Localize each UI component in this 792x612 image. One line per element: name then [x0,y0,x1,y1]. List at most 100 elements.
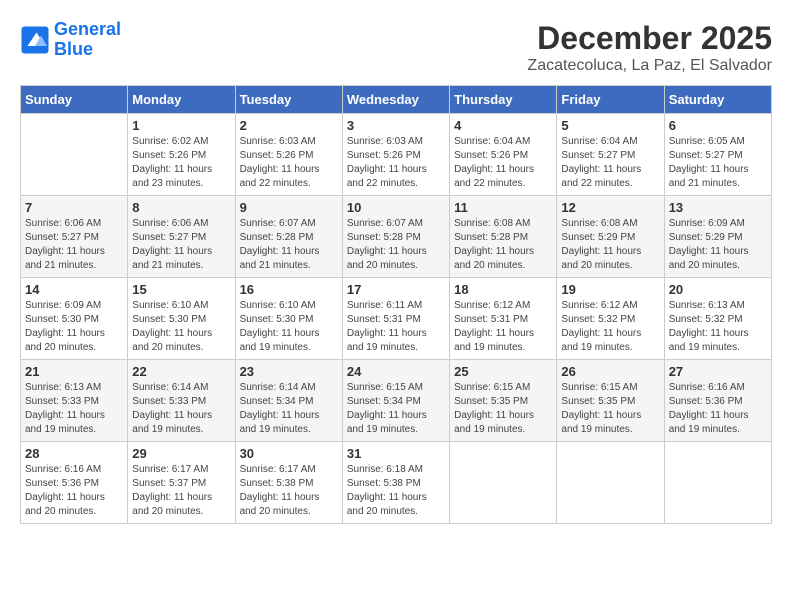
logo-general: General [54,19,121,39]
calendar-cell: 23 Sunrise: 6:14 AMSunset: 5:34 PMDayligh… [235,360,342,442]
calendar-cell: 19 Sunrise: 6:12 AMSunset: 5:32 PMDayligh… [557,278,664,360]
calendar-cell: 20 Sunrise: 6:13 AMSunset: 5:32 PMDayligh… [664,278,771,360]
day-number: 16 [240,282,338,297]
calendar-cell: 10 Sunrise: 6:07 AMSunset: 5:28 PMDayligh… [342,196,449,278]
calendar-cell: 28 Sunrise: 6:16 AMSunset: 5:36 PMDayligh… [21,442,128,524]
calendar-cell: 6 Sunrise: 6:05 AMSunset: 5:27 PMDaylight… [664,114,771,196]
day-info: Sunrise: 6:18 AMSunset: 5:38 PMDaylight:… [347,463,445,519]
logo-icon [20,25,50,55]
calendar-cell: 27 Sunrise: 6:16 AMSunset: 5:36 PMDayligh… [664,360,771,442]
day-info: Sunrise: 6:12 AMSunset: 5:31 PMDaylight:… [454,299,552,355]
calendar-cell: 9 Sunrise: 6:07 AMSunset: 5:28 PMDaylight… [235,196,342,278]
day-number: 8 [132,200,230,215]
day-number: 31 [347,446,445,461]
calendar-cell: 16 Sunrise: 6:10 AMSunset: 5:30 PMDayligh… [235,278,342,360]
day-info: Sunrise: 6:17 AMSunset: 5:38 PMDaylight:… [240,463,338,519]
logo-text: General Blue [54,20,121,60]
weekday-header: Saturday [664,86,771,114]
calendar-cell: 18 Sunrise: 6:12 AMSunset: 5:31 PMDayligh… [450,278,557,360]
weekday-header: Wednesday [342,86,449,114]
calendar-cell: 17Sunrise: 6:11 AMSunset: 5:31 PMDayligh… [342,278,449,360]
calendar-table: SundayMondayTuesdayWednesdayThursdayFrid… [20,85,772,524]
calendar-cell: 4 Sunrise: 6:04 AMSunset: 5:26 PMDaylight… [450,114,557,196]
calendar-cell: 2Sunrise: 6:03 AMSunset: 5:26 PMDaylight… [235,114,342,196]
calendar-header-row: SundayMondayTuesdayWednesdayThursdayFrid… [21,86,772,114]
day-number: 14 [25,282,123,297]
day-info: Sunrise: 6:06 AMSunset: 5:27 PMDaylight:… [132,217,230,273]
day-number: 15 [132,282,230,297]
calendar-week-row: 7 Sunrise: 6:06 AMSunset: 5:27 PMDaylight… [21,196,772,278]
day-info: Sunrise: 6:17 AMSunset: 5:37 PMDaylight:… [132,463,230,519]
day-number: 1 [132,118,230,133]
day-number: 20 [669,282,767,297]
title-area: December 2025 Zacatecoluca, La Paz, El S… [527,20,772,75]
day-info: Sunrise: 6:04 AMSunset: 5:26 PMDaylight:… [454,135,552,191]
day-info: Sunrise: 6:10 AMSunset: 5:30 PMDaylight:… [240,299,338,355]
day-number: 21 [25,364,123,379]
day-number: 23 [240,364,338,379]
day-number: 27 [669,364,767,379]
day-info: Sunrise: 6:08 AMSunset: 5:29 PMDaylight:… [561,217,659,273]
day-info: Sunrise: 6:11 AMSunset: 5:31 PMDaylight:… [347,299,445,355]
day-number: 26 [561,364,659,379]
day-info: Sunrise: 6:07 AMSunset: 5:28 PMDaylight:… [347,217,445,273]
calendar-cell: 21Sunrise: 6:13 AMSunset: 5:33 PMDayligh… [21,360,128,442]
weekday-header: Monday [128,86,235,114]
calendar-cell: 11Sunrise: 6:08 AMSunset: 5:28 PMDayligh… [450,196,557,278]
day-info: Sunrise: 6:15 AMSunset: 5:35 PMDaylight:… [561,381,659,437]
weekday-header: Sunday [21,86,128,114]
day-number: 5 [561,118,659,133]
day-info: Sunrise: 6:16 AMSunset: 5:36 PMDaylight:… [25,463,123,519]
calendar-cell [557,442,664,524]
calendar-cell [664,442,771,524]
day-info: Sunrise: 6:13 AMSunset: 5:32 PMDaylight:… [669,299,767,355]
day-number: 28 [25,446,123,461]
day-number: 24 [347,364,445,379]
day-number: 3 [347,118,445,133]
calendar-cell: 25Sunrise: 6:15 AMSunset: 5:35 PMDayligh… [450,360,557,442]
day-info: Sunrise: 6:07 AMSunset: 5:28 PMDaylight:… [240,217,338,273]
calendar-cell: 3Sunrise: 6:03 AMSunset: 5:26 PMDaylight… [342,114,449,196]
weekday-header: Thursday [450,86,557,114]
calendar-cell: 13Sunrise: 6:09 AMSunset: 5:29 PMDayligh… [664,196,771,278]
day-info: Sunrise: 6:12 AMSunset: 5:32 PMDaylight:… [561,299,659,355]
day-number: 25 [454,364,552,379]
calendar-week-row: 1 Sunrise: 6:02 AMSunset: 5:26 PMDaylight… [21,114,772,196]
calendar-cell: 24Sunrise: 6:15 AMSunset: 5:34 PMDayligh… [342,360,449,442]
month-year: December 2025 [527,20,772,57]
day-number: 18 [454,282,552,297]
day-number: 11 [454,200,552,215]
day-info: Sunrise: 6:06 AMSunset: 5:27 PMDaylight:… [25,217,123,273]
day-number: 10 [347,200,445,215]
day-info: Sunrise: 6:05 AMSunset: 5:27 PMDaylight:… [669,135,767,191]
day-number: 19 [561,282,659,297]
calendar-cell: 31 Sunrise: 6:18 AMSunset: 5:38 PMDayligh… [342,442,449,524]
calendar-cell: 8 Sunrise: 6:06 AMSunset: 5:27 PMDaylight… [128,196,235,278]
day-info: Sunrise: 6:14 AMSunset: 5:33 PMDaylight:… [132,381,230,437]
day-number: 4 [454,118,552,133]
day-info: Sunrise: 6:02 AMSunset: 5:26 PMDaylight:… [132,135,230,191]
calendar-cell: 12Sunrise: 6:08 AMSunset: 5:29 PMDayligh… [557,196,664,278]
day-info: Sunrise: 6:16 AMSunset: 5:36 PMDaylight:… [669,381,767,437]
day-info: Sunrise: 6:14 AMSunset: 5:34 PMDaylight:… [240,381,338,437]
day-number: 29 [132,446,230,461]
calendar-cell: 15Sunrise: 6:10 AMSunset: 5:30 PMDayligh… [128,278,235,360]
day-number: 6 [669,118,767,133]
logo: General Blue [20,20,121,60]
calendar-cell [21,114,128,196]
location: Zacatecoluca, La Paz, El Salvador [527,57,772,75]
calendar-cell [450,442,557,524]
calendar-week-row: 21Sunrise: 6:13 AMSunset: 5:33 PMDayligh… [21,360,772,442]
calendar-cell: 22 Sunrise: 6:14 AMSunset: 5:33 PMDayligh… [128,360,235,442]
day-info: Sunrise: 6:03 AMSunset: 5:26 PMDaylight:… [240,135,338,191]
calendar-cell: 7 Sunrise: 6:06 AMSunset: 5:27 PMDaylight… [21,196,128,278]
calendar-week-row: 14Sunrise: 6:09 AMSunset: 5:30 PMDayligh… [21,278,772,360]
day-info: Sunrise: 6:04 AMSunset: 5:27 PMDaylight:… [561,135,659,191]
calendar-cell: 14Sunrise: 6:09 AMSunset: 5:30 PMDayligh… [21,278,128,360]
day-number: 9 [240,200,338,215]
day-info: Sunrise: 6:09 AMSunset: 5:29 PMDaylight:… [669,217,767,273]
calendar-week-row: 28 Sunrise: 6:16 AMSunset: 5:36 PMDayligh… [21,442,772,524]
calendar-cell: 26 Sunrise: 6:15 AMSunset: 5:35 PMDayligh… [557,360,664,442]
day-number: 22 [132,364,230,379]
day-number: 7 [25,200,123,215]
